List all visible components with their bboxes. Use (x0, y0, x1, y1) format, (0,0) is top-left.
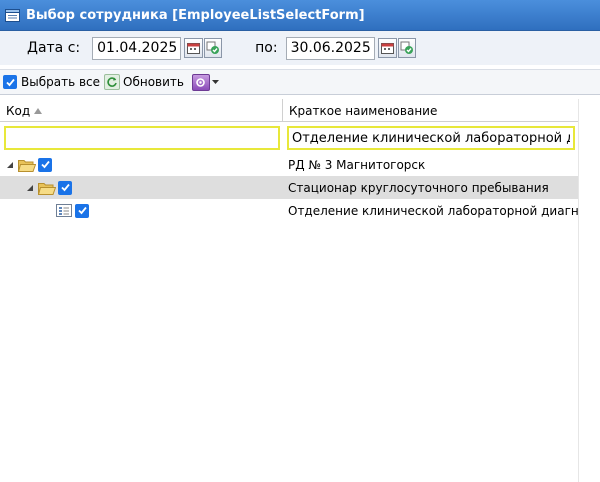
row-checkbox[interactable] (38, 157, 52, 172)
row-checkbox[interactable] (58, 180, 72, 195)
date-to-input[interactable] (285, 36, 375, 60)
calendar-icon (380, 43, 394, 54)
grid-toolbar: Выбрать все Обновить (0, 69, 600, 95)
date-to-clear-button[interactable] (397, 38, 416, 58)
folder-open-icon (38, 181, 56, 195)
gear-icon (191, 73, 210, 91)
tree-expand-icon[interactable] (25, 183, 35, 193)
calendar-icon (187, 43, 201, 54)
check-icon (60, 183, 70, 192)
row-name-cell: Стационар круглосуточного пребывания (288, 180, 549, 195)
refresh-button[interactable]: Обновить (123, 75, 184, 89)
window-title: Выбор сотрудника [EmployeeListSelectForm… (26, 7, 365, 23)
date-to-calendar-button[interactable] (377, 38, 397, 58)
select-all-checkbox[interactable] (3, 75, 17, 89)
leaf-node-icon (56, 204, 72, 217)
grid-filter-row (0, 123, 578, 153)
date-to-label: по: (255, 40, 278, 56)
table-row[interactable]: Стационар круглосуточного пребывания (0, 176, 578, 199)
column-header-name[interactable]: Краткое наименование (283, 99, 578, 122)
check-icon (40, 160, 50, 169)
select-all-label[interactable]: Выбрать все (21, 75, 100, 89)
clear-icon (400, 41, 413, 54)
name-filter-input[interactable] (287, 126, 575, 150)
check-icon (5, 78, 15, 86)
grid-header: Код Краткое наименование (0, 99, 578, 122)
date-from-label: Дата с: (27, 40, 81, 56)
date-range-bar: Дата с: по: (0, 31, 600, 65)
date-from-calendar-button[interactable] (184, 38, 204, 58)
sort-asc-icon (34, 107, 43, 114)
tree-expand-icon[interactable] (5, 160, 15, 170)
folder-open-icon (18, 158, 36, 172)
row-name-cell: Отделение клинической лабораторной диагн… (288, 203, 578, 218)
window-icon (4, 8, 20, 22)
clear-icon (206, 41, 220, 54)
row-name-cell: РД № 3 Магнитогорск (288, 157, 426, 172)
check-icon (77, 206, 87, 215)
date-from-input[interactable] (92, 36, 182, 60)
table-row[interactable]: РД № 3 Магнитогорск (0, 153, 578, 176)
window-titlebar: Выбор сотрудника [EmployeeListSelectForm… (0, 0, 600, 31)
refresh-icon[interactable] (104, 74, 121, 90)
date-from-clear-button[interactable] (204, 38, 223, 58)
chevron-down-icon (211, 79, 219, 84)
code-filter-input[interactable] (4, 126, 280, 150)
vertical-scrollbar[interactable] (578, 99, 600, 482)
row-checkbox[interactable] (75, 203, 89, 218)
column-header-code[interactable]: Код (0, 99, 283, 122)
table-row[interactable]: Отделение клинической лабораторной диагн… (0, 199, 578, 222)
actions-menu-button[interactable] (191, 73, 219, 91)
